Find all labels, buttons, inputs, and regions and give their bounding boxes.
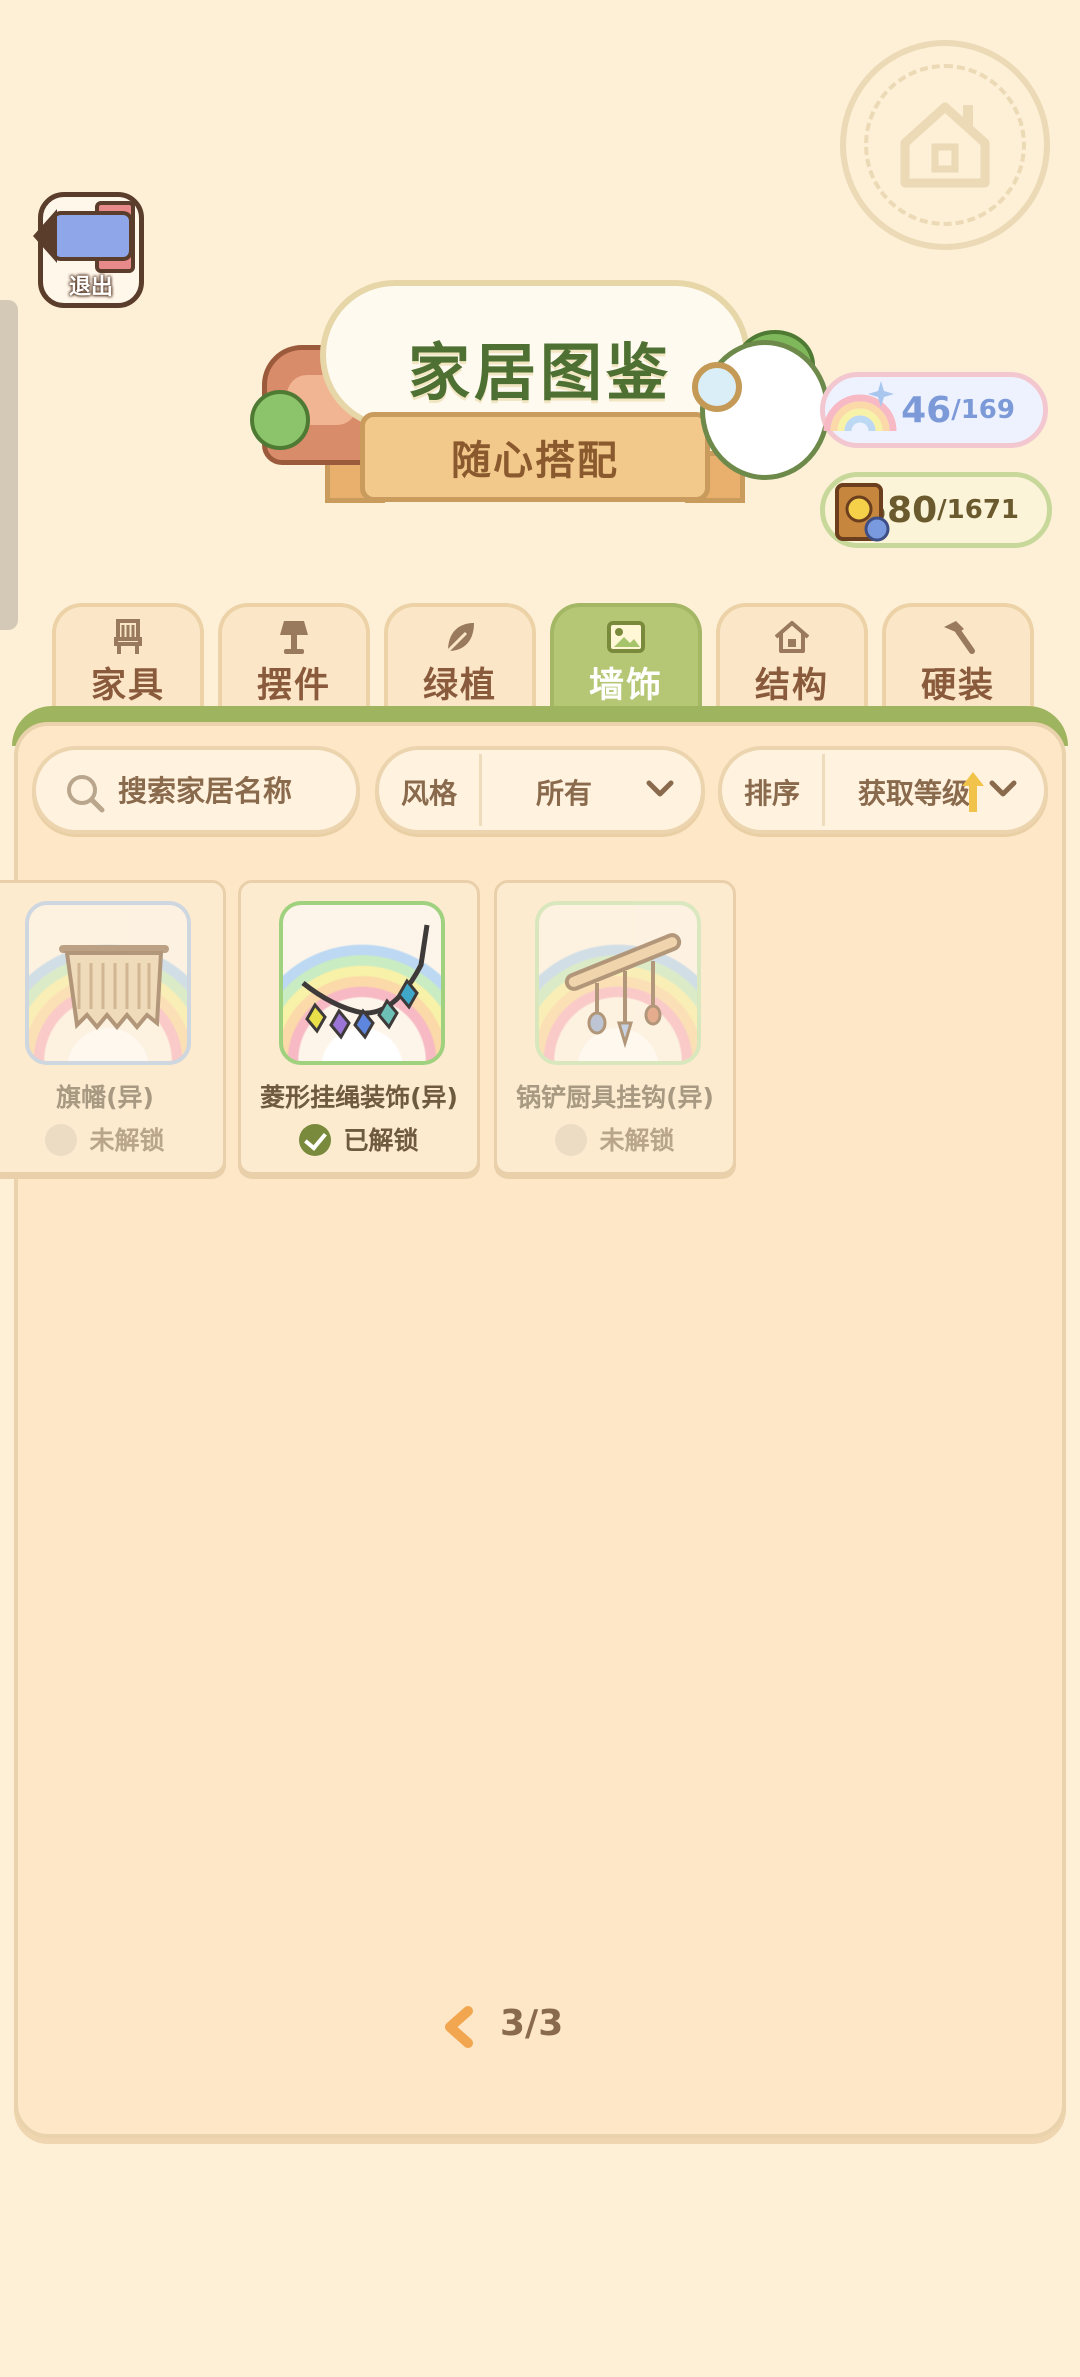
item-card[interactable]: 旗幡(异) 未解锁 [0,880,226,1175]
tab-structure[interactable]: 结构 [716,603,868,713]
catalog-total: /1671 [937,495,1019,525]
picture-frame-icon [607,621,645,653]
back-arrow-icon [33,209,133,263]
page-indicator: 3/3 [500,2003,564,2044]
item-status: 未解锁 [0,1121,223,1158]
catalog-counter: 580/1671 [820,472,1052,548]
divider [822,754,825,826]
search-input[interactable] [116,768,350,814]
item-name: 旗幡(异) [56,1083,154,1112]
item-card[interactable]: 菱形挂绳装饰(异) 已解锁 [238,880,480,1175]
sort-filter-label: 排序 [743,777,800,810]
item-thumbnail [25,901,191,1065]
tab-ornaments[interactable]: 摆件 [218,603,370,713]
tab-label: 墙饰 [588,666,663,706]
item-thumbnail [535,901,701,1065]
page-title: 家居图鉴 [407,336,672,409]
tab-label: 摆件 [256,666,331,706]
divider [479,754,482,826]
tab-label: 硬装 [920,666,995,706]
hammer-icon [944,621,975,654]
search-box[interactable] [32,746,360,834]
tab-furniture[interactable]: 家具 [52,603,204,713]
leaf-icon [446,623,474,653]
tab-wall-decor[interactable]: 墙饰 [550,603,702,713]
magnifier-icon [692,362,742,412]
style-filter-label: 风格 [400,777,457,810]
tab-label: 绿植 [422,666,497,706]
tab-hard-decor[interactable]: 硬装 [882,603,1034,713]
item-card[interactable]: 锅铲厨具挂钩(异) 未解锁 [494,880,736,1175]
search-icon [67,775,105,813]
item-status: 未解锁 [497,1121,733,1158]
locked-status-icon [45,1124,78,1156]
kitchen-utensil-hook-icon [564,933,682,1049]
screen-edge-handle [0,300,18,630]
exit-button[interactable]: 退出 [33,192,144,308]
previous-page-button[interactable] [440,2005,480,2049]
tab-plants[interactable]: 绿植 [384,603,536,713]
tab-label: 结构 [754,666,829,706]
item-name: 锅铲厨具挂钩(异) [516,1083,714,1112]
diamond-garland-icon [301,924,430,1040]
item-thumbnail [279,901,445,1065]
tab-label: 家具 [90,666,165,706]
exit-label: 退出 [68,275,113,300]
check-icon [299,1124,332,1156]
rainbow-total: /169 [951,395,1015,425]
status-label: 未解锁 [89,1126,165,1155]
banner-icon [59,945,169,1031]
catalog-book-icon [835,483,890,542]
page-subtitle: 随心搭配 [451,438,619,484]
house-icon [774,621,810,653]
plant-decoration-icon [250,390,310,450]
home-button[interactable] [840,40,1050,250]
rainbow-sparkle-icon [823,381,897,432]
style-filter[interactable]: 风格 所有 [375,746,705,834]
sort-filter[interactable]: 排序 获取等级 [718,746,1048,834]
rainbow-count: 46 [901,389,952,431]
chair-icon [114,619,142,654]
chevron-down-icon [989,780,1017,797]
status-label: 已解锁 [343,1126,419,1155]
sort-ascending-icon [962,772,984,812]
lamp-icon [280,621,308,654]
item-name: 菱形挂绳装饰(异) [260,1083,458,1112]
rainbow-counter: 46/169 [820,372,1048,448]
chevron-down-icon [646,780,674,797]
style-filter-value: 所有 [535,777,592,810]
status-label: 未解锁 [599,1126,675,1155]
item-status: 已解锁 [241,1121,477,1158]
locked-status-icon [555,1124,588,1156]
house-icon [900,102,990,188]
